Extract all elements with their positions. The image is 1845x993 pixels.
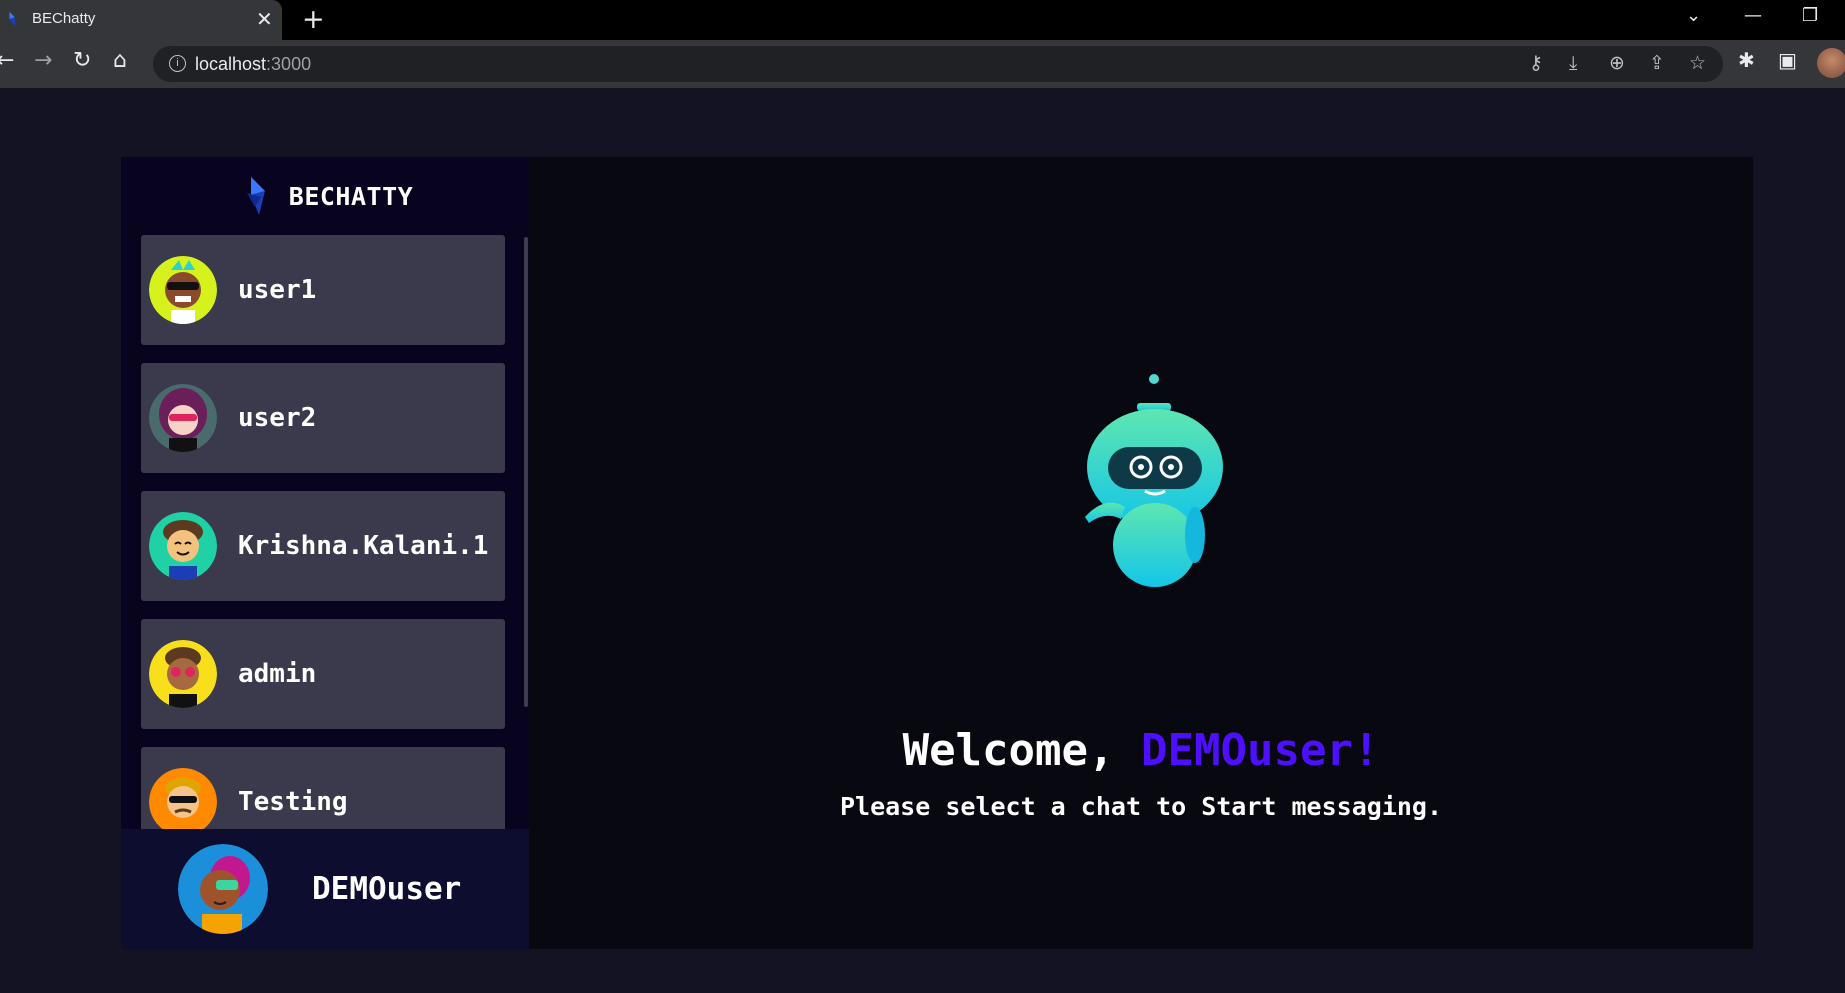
zoom-icon[interactable]: ⊕ [1609, 52, 1625, 74]
share-icon[interactable]: ⇪ [1649, 52, 1665, 74]
browser-toolbar: ← → ↻ ⌂ i localhost:3000 ⚷ ⤓ ⊕ ⇪ ☆ ✱ ▣ [0, 40, 1845, 88]
chat-container: BECHATTY user1 user2 Krishna.Kalani.1 ad… [121, 157, 1753, 949]
url-host: localhost [195, 54, 267, 74]
reload-icon[interactable]: ↻ [73, 48, 91, 73]
side-panel-icon[interactable]: ▣ [1778, 48, 1797, 72]
bechatty-logo-icon [246, 177, 265, 215]
contact-item-krishna[interactable]: Krishna.Kalani.1 [141, 491, 505, 601]
contact-list-scrollbar[interactable] [524, 237, 528, 707]
tab-search-chevron-icon[interactable]: ⌄ [1686, 5, 1701, 26]
avatar-purple-hair-icon [149, 384, 217, 452]
avatar-pink-glasses-icon [149, 640, 217, 708]
browser-tab-bar: BEChatty ✕ + ⌄ — ❐ [0, 0, 1845, 40]
brand: BECHATTY [121, 157, 529, 235]
current-user-name: DEMOuser [312, 871, 462, 907]
contact-name: user2 [238, 403, 317, 433]
address-bar[interactable]: i localhost:3000 ⚷ ⤓ ⊕ ⇪ ☆ [153, 46, 1723, 82]
welcome-subtitle: Please select a chat to Start messaging. [839, 792, 1443, 821]
browser-tab[interactable]: BEChatty ✕ [0, 0, 282, 40]
contact-name: admin [238, 659, 317, 689]
site-info-icon[interactable]: i [169, 55, 186, 72]
robot-mascot-icon [1085, 374, 1223, 587]
avatar-sunglasses-mohawk-icon [149, 256, 217, 324]
key-icon[interactable]: ⚷ [1529, 52, 1543, 74]
url-port: :3000 [266, 54, 312, 74]
new-tab-button[interactable]: + [302, 4, 325, 35]
puzzle-icon[interactable]: ✱ [1738, 48, 1755, 72]
contact-name: user1 [238, 275, 317, 305]
welcome-panel: Welcome, DEMOuser! Please select a chat … [529, 157, 1753, 949]
install-icon[interactable]: ⤓ [1569, 52, 1577, 74]
welcome-username: DEMOuser! [1141, 725, 1380, 776]
contact-item-testing[interactable]: Testing [141, 747, 505, 829]
current-user-panel: DEMOuser [121, 829, 529, 949]
contacts-sidebar: BECHATTY user1 user2 Krishna.Kalani.1 ad… [121, 157, 529, 949]
contact-item-admin[interactable]: admin [141, 619, 505, 729]
profile-avatar[interactable] [1817, 48, 1845, 78]
bechatty-favicon-icon [9, 11, 15, 27]
tab-close-button[interactable]: ✕ [256, 7, 273, 31]
back-icon[interactable]: ← [0, 48, 14, 73]
minimize-icon[interactable]: — [1744, 5, 1762, 26]
app-root: BECHATTY user1 user2 Krishna.Kalani.1 ad… [0, 88, 1845, 993]
contact-name: Testing [238, 787, 348, 817]
contact-list[interactable]: user1 user2 Krishna.Kalani.1 admin Testi… [121, 235, 529, 829]
welcome-heading: Welcome, DEMOuser! [529, 725, 1753, 776]
avatar-cyborg-icon [178, 844, 268, 934]
restore-icon[interactable]: ❐ [1802, 5, 1818, 26]
brand-title: BECHATTY [288, 181, 414, 211]
avatar-curly-hair-icon [149, 512, 217, 580]
welcome-greeting: Welcome, [902, 725, 1115, 776]
home-icon[interactable]: ⌂ [113, 48, 127, 73]
avatar-orange-sunglasses-icon [149, 768, 217, 829]
contact-name: Krishna.Kalani.1 [238, 531, 489, 561]
tab-title: BEChatty [32, 10, 96, 27]
contact-item-user1[interactable]: user1 [141, 235, 505, 345]
url-text[interactable]: localhost:3000 [195, 54, 311, 75]
forward-icon[interactable]: → [34, 48, 52, 73]
star-icon[interactable]: ☆ [1689, 52, 1706, 74]
contact-item-user2[interactable]: user2 [141, 363, 505, 473]
